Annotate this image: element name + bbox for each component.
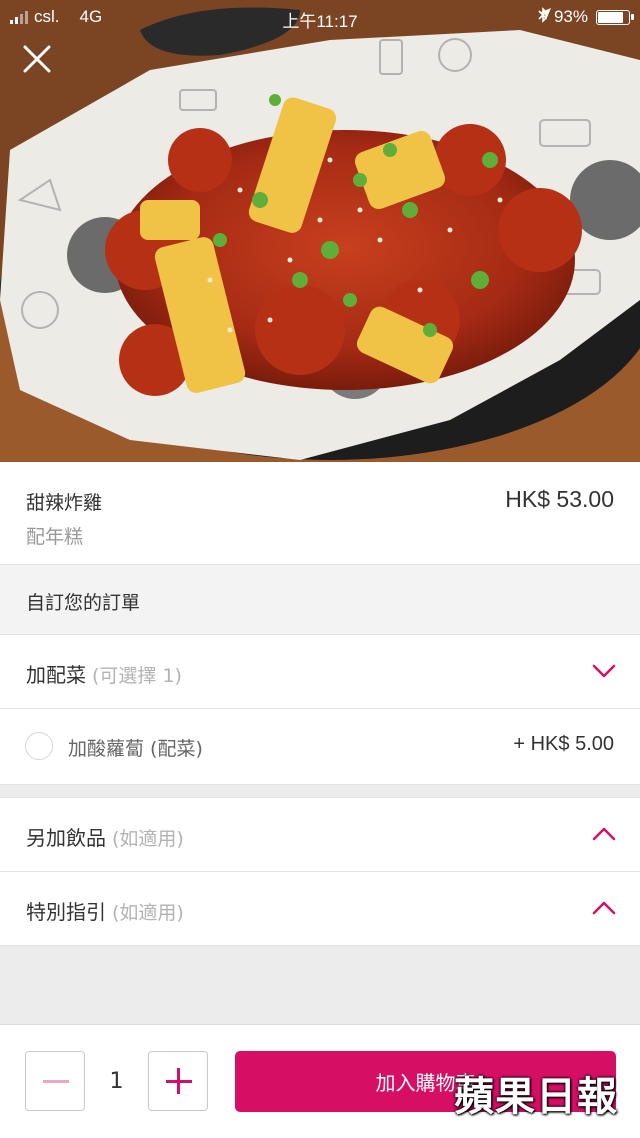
section-title: 另加飲品 [26,826,106,850]
section-hint: (如適用) [112,902,184,924]
option-radio[interactable] [25,732,53,760]
food-illustration [0,0,640,462]
quantity-value: 1 [109,1069,124,1094]
decrease-quantity-button[interactable] [25,1051,85,1111]
increase-quantity-button[interactable] [148,1051,208,1111]
item-info: 甜辣炸雞 配年糕 HK$ 53.00 [0,462,640,564]
section-title: 特別指引 [26,900,106,924]
chevron-up-icon [592,827,616,841]
section-hint: (可選擇 1) [92,665,182,687]
item-name: 甜辣炸雞 [26,492,103,514]
customize-header: 自訂您的訂單 [0,564,640,635]
close-icon [23,45,51,73]
chevron-up-icon [592,901,616,915]
watermark: 蘋果日報 [454,1074,618,1120]
close-button[interactable] [22,44,64,86]
battery-fill [598,11,624,23]
status-bar: csl. 4G 上午11:17 93% [0,0,640,34]
section-special-instructions[interactable]: 特別指引 (如適用) [0,871,640,946]
option-price: + HK$ 5.00 [513,733,614,755]
battery-icon [596,9,634,25]
option-label: 加酸蘿蔔 (配菜) [68,738,203,760]
food-photo: csl. 4G 上午11:17 93% [0,0,640,462]
section-title: 加配菜 [26,663,86,687]
section-hint: (如適用) [112,828,184,850]
chevron-down-icon [592,664,616,678]
section-side-dish[interactable]: 加配菜 (可選擇 1) [0,634,640,708]
battery-percent: 93% [553,7,588,26]
option-pickled-radish[interactable]: 加酸蘿蔔 (配菜) + HK$ 5.00 [0,708,640,785]
item-price: HK$ 53.00 [505,486,614,512]
section-drinks[interactable]: 另加飲品 (如適用) [0,797,640,871]
item-description: 配年糕 [26,526,84,548]
customize-heading: 自訂您的訂單 [26,592,141,614]
